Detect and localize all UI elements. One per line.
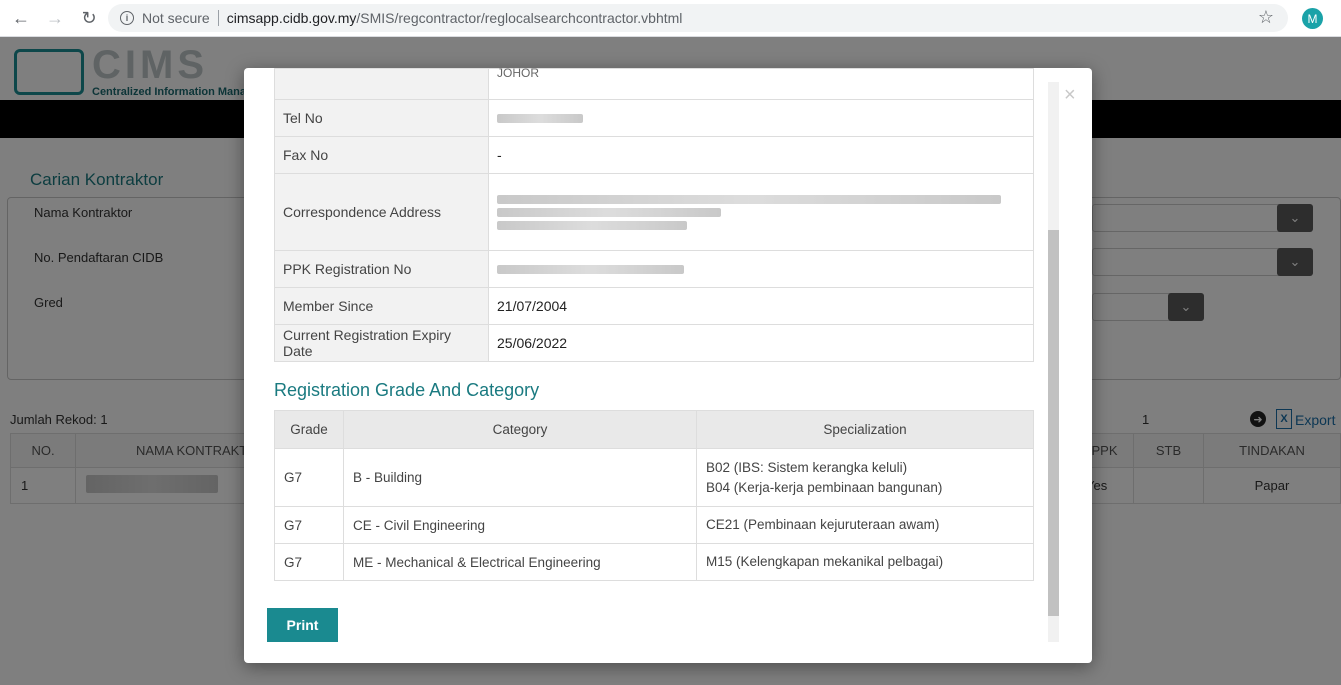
- redacted-address-line: [497, 194, 1001, 204]
- category-cell: CE - Civil Engineering: [343, 506, 697, 544]
- redacted-address-line: [497, 220, 687, 230]
- address-label: Correspondence Address: [274, 173, 489, 251]
- table-row: Tel No: [274, 99, 1034, 137]
- security-status: Not secure: [142, 10, 210, 26]
- col-category: Category: [343, 410, 697, 449]
- table-row: JOHOR: [274, 68, 1034, 100]
- table-row: Correspondence Address: [274, 173, 1034, 251]
- close-icon[interactable]: ×: [1064, 85, 1076, 105]
- redacted-tel: [497, 114, 583, 123]
- fax-label: Fax No: [274, 136, 489, 174]
- info-icon[interactable]: i: [120, 11, 134, 25]
- specialization-item: CE21 (Pembinaan kejuruteraan awam): [706, 517, 940, 532]
- state-value: JOHOR: [497, 68, 539, 80]
- modal-scrollbar-thumb[interactable]: [1048, 230, 1059, 616]
- browser-toolbar: ← → ↻ i Not secure cimsapp.cidb.gov.my/S…: [0, 0, 1341, 37]
- col-specialization: Specialization: [696, 410, 1034, 449]
- category-cell: B - Building: [343, 448, 697, 507]
- back-arrow-icon[interactable]: ←: [8, 5, 34, 31]
- table-row: G7 ME - Mechanical & Electrical Engineer…: [274, 543, 1034, 581]
- omnibox-divider: [217, 10, 219, 26]
- grade-section-title: Registration Grade And Category: [274, 380, 540, 400]
- expiry-value: 25/06/2022: [488, 324, 1034, 362]
- profile-avatar[interactable]: M: [1302, 8, 1323, 29]
- contractor-info-table: JOHOR Tel No Fax No - Correspondence Add…: [274, 68, 1034, 362]
- member-since-value: 21/07/2004: [488, 287, 1034, 325]
- tel-value: [488, 99, 1034, 137]
- url-text[interactable]: cimsapp.cidb.gov.my/SMIS/regcontractor/r…: [227, 10, 683, 26]
- bookmark-star-icon[interactable]: ☆: [1258, 7, 1274, 28]
- table-row: G7 CE - Civil Engineering CE21 (Pembinaa…: [274, 506, 1034, 544]
- address-value: [488, 173, 1034, 251]
- table-row: Current Registration Expiry Date 25/06/2…: [274, 324, 1034, 362]
- grade-header-row: Grade Category Specialization: [274, 410, 1034, 449]
- contractor-detail-modal: × JOHOR Tel No Fax No - Correspondence A…: [244, 68, 1092, 663]
- grade-cell: G7: [274, 448, 344, 507]
- grade-cell: G7: [274, 543, 344, 581]
- url-host: cimsapp.cidb.gov.my: [226, 10, 357, 26]
- fax-value: -: [488, 136, 1034, 174]
- reload-icon[interactable]: ↻: [76, 5, 102, 31]
- print-button[interactable]: Print: [267, 608, 338, 642]
- forward-arrow-icon[interactable]: →: [42, 5, 68, 31]
- specialization-cell: CE21 (Pembinaan kejuruteraan awam): [696, 506, 1034, 544]
- address-bar[interactable]: i Not secure cimsapp.cidb.gov.my/SMIS/re…: [108, 4, 1288, 32]
- ppk-label: PPK Registration No: [274, 250, 489, 288]
- info-value: JOHOR: [488, 68, 1034, 100]
- specialization-cell: M15 (Kelengkapan mekanikal pelbagai): [696, 543, 1034, 581]
- specialization-item: B02 (IBS: Sistem kerangka keluli): [706, 459, 908, 475]
- table-row: Fax No -: [274, 136, 1034, 174]
- table-row: PPK Registration No: [274, 250, 1034, 288]
- specialization-item: B04 (Kerja-kerja pembinaan bangunan): [706, 479, 943, 495]
- ppk-value: [488, 250, 1034, 288]
- redacted-ppk: [497, 265, 684, 274]
- url-path: /SMIS/regcontractor/reglocalsearchcontra…: [356, 10, 683, 26]
- tel-label: Tel No: [274, 99, 489, 137]
- member-since-label: Member Since: [274, 287, 489, 325]
- expiry-label: Current Registration Expiry Date: [274, 324, 489, 362]
- grade-cell: G7: [274, 506, 344, 544]
- info-key: [274, 68, 489, 100]
- redacted-address-line: [497, 207, 721, 217]
- col-grade: Grade: [274, 410, 344, 449]
- specialization-cell: B02 (IBS: Sistem kerangka keluli) B04 (K…: [696, 448, 1034, 507]
- table-row: Member Since 21/07/2004: [274, 287, 1034, 325]
- table-row: G7 B - Building B02 (IBS: Sistem kerangk…: [274, 448, 1034, 507]
- grade-table: Grade Category Specialization G7 B - Bui…: [274, 410, 1034, 581]
- specialization-item: M15 (Kelengkapan mekanikal pelbagai): [706, 554, 944, 569]
- category-cell: ME - Mechanical & Electrical Engineering: [343, 543, 697, 581]
